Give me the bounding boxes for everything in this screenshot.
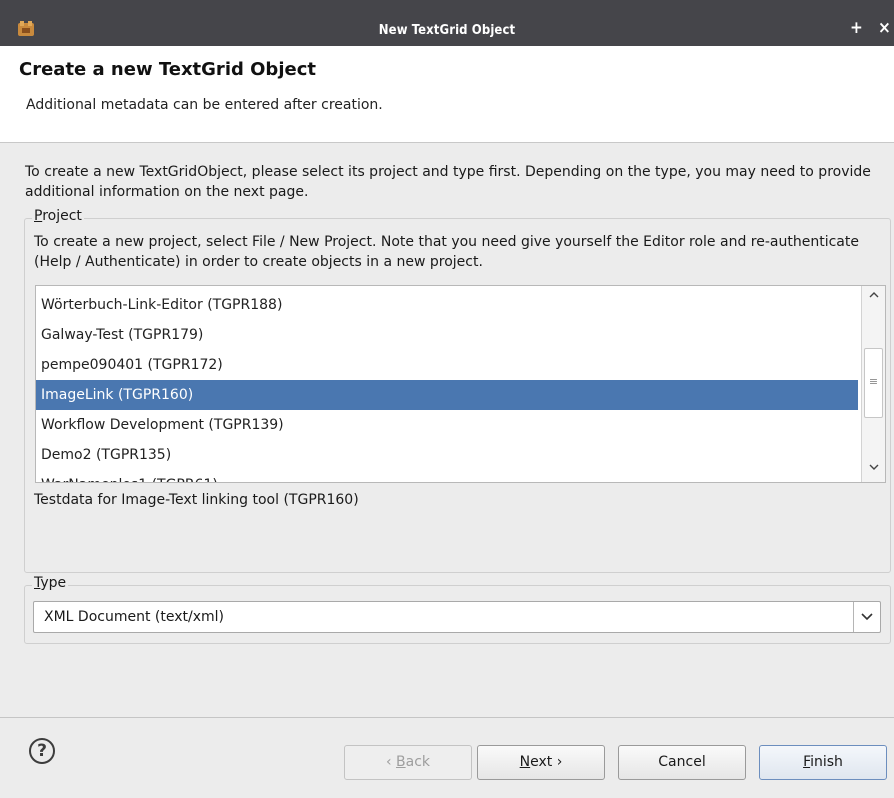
type-select-value: XML Document (text/xml) bbox=[44, 609, 224, 625]
maximize-button[interactable]: + bbox=[850, 18, 863, 38]
page-title: Create a new TextGrid Object bbox=[19, 59, 316, 80]
wizard-dialog: New TextGrid Object + × Create a new Tex… bbox=[0, 0, 894, 798]
next-button[interactable]: Next › bbox=[477, 745, 605, 780]
scroll-up-arrow-icon[interactable] bbox=[862, 288, 885, 308]
project-list-item[interactable]: Demo2 (TGPR135) bbox=[36, 440, 858, 470]
next-mnemonic: N bbox=[519, 754, 531, 770]
project-list-item[interactable]: Workflow Development (TGPR139) bbox=[36, 410, 858, 440]
scroll-thumb[interactable]: ≡ bbox=[864, 348, 883, 418]
finish-label-rest: inish bbox=[810, 754, 843, 770]
project-group: Project To create a new project, select … bbox=[24, 208, 891, 573]
help-icon[interactable]: ? bbox=[29, 738, 55, 764]
finish-button[interactable]: Finish bbox=[759, 745, 887, 780]
back-button[interactable]: ‹ Back bbox=[344, 745, 472, 780]
back-mnemonic: B bbox=[396, 754, 406, 770]
next-label-rest: ext › bbox=[530, 754, 563, 770]
back-label-rest: ack bbox=[405, 754, 431, 770]
project-label-rest: roject bbox=[42, 208, 82, 224]
project-note: To create a new project, select File / N… bbox=[34, 234, 859, 270]
scroll-down-arrow-icon[interactable] bbox=[862, 460, 885, 480]
project-description: Testdata for Image-Text linking tool (TG… bbox=[34, 492, 359, 508]
title-bar: New TextGrid Object + × bbox=[0, 0, 894, 46]
project-list-item-selected[interactable]: ImageLink (TGPR160) bbox=[36, 380, 858, 410]
type-select[interactable]: XML Document (text/xml) bbox=[33, 601, 881, 633]
project-group-label: Project bbox=[32, 208, 84, 224]
back-arrow: ‹ bbox=[385, 754, 397, 770]
window-title: New TextGrid Object bbox=[378, 23, 516, 38]
project-list-item[interactable]: WarNamenlos1 (TGPR61) bbox=[36, 470, 858, 482]
chevron-down-icon[interactable] bbox=[853, 602, 880, 632]
project-list[interactable]: Wörterbuch-Link-Editor (TGPR188) Galway-… bbox=[35, 285, 886, 483]
wizard-banner: Create a new TextGrid Object Additional … bbox=[0, 46, 894, 143]
project-label-mnemonic: P bbox=[34, 208, 43, 224]
close-button[interactable]: × bbox=[878, 18, 891, 38]
project-list-item[interactable]: Galway-Test (TGPR179) bbox=[36, 320, 858, 350]
cancel-button[interactable]: Cancel bbox=[618, 745, 746, 780]
project-list-item[interactable]: pempe090401 (TGPR172) bbox=[36, 350, 858, 380]
project-list-item[interactable]: Wörterbuch-Link-Editor (TGPR188) bbox=[36, 290, 858, 320]
project-list-scrollbar[interactable]: ≡ bbox=[861, 286, 885, 482]
footer-divider bbox=[0, 717, 894, 718]
type-group: Type XML Document (text/xml) bbox=[24, 575, 891, 644]
type-group-label: Type bbox=[32, 575, 69, 591]
page-subtitle: Additional metadata can be entered after… bbox=[26, 97, 383, 113]
type-label-rest: ype bbox=[40, 575, 67, 591]
intro-text: To create a new TextGridObject, please s… bbox=[25, 164, 871, 200]
